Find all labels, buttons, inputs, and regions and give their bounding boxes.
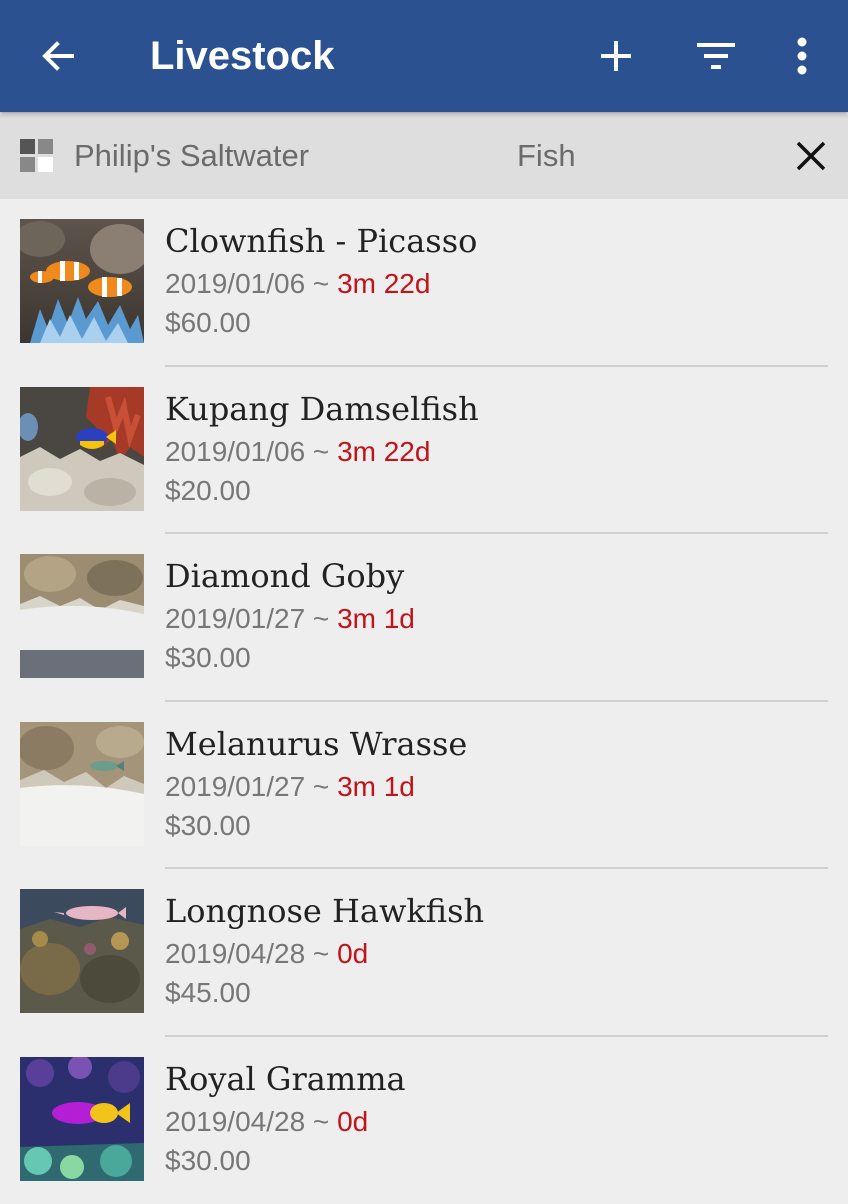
item-price: $20.00 (165, 472, 251, 510)
livestock-list: Clownfish - Picasso 2019/01/06 ~ 3m 22d … (0, 199, 848, 1204)
more-vert-icon (796, 37, 808, 75)
date-separator: ~ (305, 1106, 337, 1137)
list-item[interactable]: Clownfish - Picasso 2019/01/06 ~ 3m 22d … (0, 199, 848, 367)
back-arrow-icon (38, 36, 78, 76)
item-age: 3m 1d (337, 771, 415, 802)
list-item[interactable]: Longnose Hawkfish 2019/04/28 ~ 0d $45.00 (0, 869, 848, 1037)
filter-button[interactable] (688, 28, 744, 84)
item-price: $45.00 (165, 974, 251, 1012)
fish-photo-diamond-goby (20, 554, 144, 678)
tank-name[interactable]: Philip's Saltwater (74, 135, 309, 177)
app-bar: Livestock (0, 0, 848, 112)
date-separator: ~ (305, 268, 337, 299)
list-item[interactable]: Melanurus Wrasse 2019/01/27 ~ 3m 1d $30.… (0, 702, 848, 870)
item-age: 3m 22d (337, 436, 430, 467)
page-title: Livestock (150, 31, 335, 81)
item-date-line: 2019/01/27 ~ 3m 1d (165, 600, 415, 638)
clear-filter-button[interactable] (788, 133, 834, 179)
item-age: 0d (337, 938, 368, 969)
item-date: 2019/01/27 (165, 771, 305, 802)
item-age: 3m 1d (337, 603, 415, 634)
date-separator: ~ (305, 938, 337, 969)
fish-photo-kupang-damselfish (20, 387, 144, 511)
tank-filter-bar: Philip's Saltwater Fish (0, 115, 848, 199)
back-button[interactable] (30, 28, 86, 84)
item-date-line: 2019/01/27 ~ 3m 1d (165, 768, 415, 806)
item-name: Royal Gramma (165, 1059, 406, 1099)
item-price: $60.00 (165, 304, 251, 342)
fish-photo-clownfish (20, 219, 144, 343)
tank-grid-icon (20, 139, 53, 172)
fish-photo-royal-gramma (20, 1057, 144, 1181)
close-icon (795, 140, 827, 172)
fish-photo-longnose-hawkfish (20, 889, 144, 1013)
item-date: 2019/04/28 (165, 938, 305, 969)
list-item[interactable]: Kupang Damselfish 2019/01/06 ~ 3m 22d $2… (0, 367, 848, 535)
item-age: 0d (337, 1106, 368, 1137)
date-separator: ~ (305, 603, 337, 634)
item-date: 2019/01/27 (165, 603, 305, 634)
item-price: $30.00 (165, 807, 251, 845)
fish-photo-melanurus-wrasse (20, 722, 144, 846)
date-separator: ~ (305, 436, 337, 467)
item-name: Longnose Hawkfish (165, 891, 484, 931)
add-icon (598, 38, 634, 74)
date-separator: ~ (305, 771, 337, 802)
item-date-line: 2019/04/28 ~ 0d (165, 935, 368, 973)
add-button[interactable] (588, 28, 644, 84)
item-date: 2019/04/28 (165, 1106, 305, 1137)
list-item[interactable]: Royal Gramma 2019/04/28 ~ 0d $30.00 (0, 1037, 848, 1204)
item-date-line: 2019/04/28 ~ 0d (165, 1103, 368, 1141)
item-date-line: 2019/01/06 ~ 3m 22d (165, 433, 430, 471)
item-age: 3m 22d (337, 268, 430, 299)
filter-icon (696, 41, 736, 71)
item-date: 2019/01/06 (165, 436, 305, 467)
item-name: Melanurus Wrasse (165, 724, 467, 764)
item-name: Diamond Goby (165, 556, 404, 596)
item-price: $30.00 (165, 639, 251, 677)
item-name: Kupang Damselfish (165, 389, 479, 429)
list-item[interactable]: Diamond Goby 2019/01/27 ~ 3m 1d $30.00 (0, 534, 848, 702)
more-options-button[interactable] (774, 28, 830, 84)
category-label[interactable]: Fish (517, 135, 576, 177)
item-date: 2019/01/06 (165, 268, 305, 299)
item-name: Clownfish - Picasso (165, 221, 477, 261)
item-date-line: 2019/01/06 ~ 3m 22d (165, 265, 430, 303)
item-price: $30.00 (165, 1142, 251, 1180)
